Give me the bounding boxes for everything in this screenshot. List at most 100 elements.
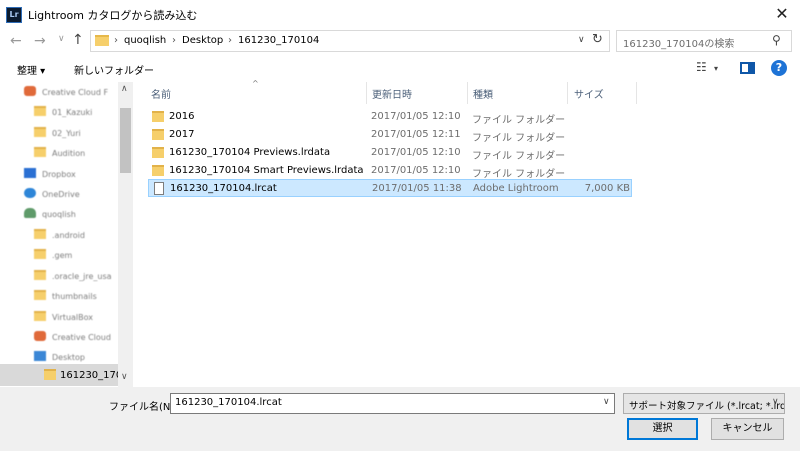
folder-icon <box>95 35 109 46</box>
file-date: 2017/01/05 12:11 <box>371 129 461 140</box>
lightroom-app-icon: Lr <box>6 7 22 23</box>
file-row[interactable]: 161230_170104 Previews.lrdata 2017/01/05… <box>148 144 632 162</box>
file-type: ファイル フォルダー <box>472 151 566 162</box>
forward-arrow-icon[interactable]: → <box>34 33 46 49</box>
breadcrumb-separator-icon: › <box>114 35 118 46</box>
file-row[interactable]: 161230_170104 Smart Previews.lrdata 2017… <box>148 162 632 180</box>
nav-item[interactable]: Audition <box>34 147 85 165</box>
document-icon <box>154 182 164 195</box>
breadcrumb-item[interactable]: Desktop <box>182 35 223 46</box>
column-header-name[interactable]: 名前 <box>151 86 171 101</box>
desktop-icon <box>34 351 46 361</box>
view-options-icon[interactable]: ☷ <box>696 60 707 74</box>
up-arrow-icon[interactable]: ↑ <box>72 32 84 48</box>
sort-ascending-icon: ^ <box>252 79 259 88</box>
folder-icon <box>152 129 164 140</box>
file-type: Adobe Lightroom <box>473 183 559 194</box>
preview-pane-icon[interactable] <box>740 62 755 74</box>
file-row-selected[interactable]: 161230_170104.lrcat 2017/01/05 11:38 Ado… <box>148 179 632 197</box>
file-name: 2017 <box>169 129 195 140</box>
nav-item[interactable]: 02_Yuri <box>34 127 81 145</box>
column-divider[interactable] <box>467 82 468 104</box>
column-header-size[interactable]: サイズ <box>574 86 604 101</box>
nav-item[interactable]: .gem <box>34 249 72 267</box>
file-row[interactable]: 2017 2017/01/05 12:11 ファイル フォルダー <box>148 126 632 144</box>
file-date: 2017/01/05 11:38 <box>372 183 462 194</box>
column-divider[interactable] <box>366 82 367 104</box>
file-type: ファイル フォルダー <box>472 169 566 180</box>
folder-icon <box>152 147 164 158</box>
address-history-dropdown-icon[interactable]: ∨ <box>578 35 585 45</box>
dropbox-icon <box>24 168 36 178</box>
folder-icon <box>152 111 164 122</box>
recent-locations-chevron-icon[interactable]: ∨ <box>58 34 65 44</box>
nav-item[interactable]: .oracle_jre_usa <box>34 270 112 288</box>
refresh-icon[interactable]: ↻ <box>592 32 603 47</box>
breadcrumb-separator-icon: › <box>228 35 232 46</box>
column-header-type[interactable]: 種類 <box>473 86 493 101</box>
nav-item[interactable]: quoqlish <box>24 208 76 226</box>
nav-item[interactable]: Creative Cloud <box>34 331 111 349</box>
folder-icon <box>34 290 46 300</box>
filename-label: ファイル名(N): <box>109 402 178 413</box>
file-type: ファイル フォルダー <box>472 115 566 126</box>
navigation-pane: Creative Cloud F 01_Kazuki 02_Yuri Audit… <box>0 82 133 387</box>
nav-item[interactable]: VirtualBox <box>34 311 93 329</box>
folder-icon <box>34 270 46 280</box>
folder-icon <box>34 147 46 157</box>
nav-item[interactable]: thumbnails <box>34 290 97 308</box>
nav-item[interactable]: Dropbox <box>24 168 76 186</box>
select-button[interactable]: 選択 <box>627 418 698 440</box>
cancel-button[interactable]: キャンセル <box>711 418 784 440</box>
folder-icon <box>34 229 46 239</box>
file-size: 7,000 KB <box>584 183 630 194</box>
nav-item[interactable]: .android <box>34 229 85 247</box>
breadcrumb-item[interactable]: 161230_170104 <box>238 35 319 46</box>
scroll-down-icon[interactable]: ∨ <box>121 372 128 382</box>
file-date: 2017/01/05 12:10 <box>371 147 461 158</box>
new-folder-button[interactable]: 新しいフォルダー <box>74 62 154 77</box>
organize-button[interactable]: 整理 ▾ <box>17 62 45 77</box>
filename-dropdown-icon[interactable]: ∨ <box>603 397 610 407</box>
folder-icon <box>34 127 46 137</box>
nav-item[interactable]: OneDrive <box>24 188 80 206</box>
file-date: 2017/01/05 12:10 <box>371 165 461 176</box>
filename-input[interactable]: 161230_170104.lrcat <box>170 393 615 414</box>
creative-cloud-icon <box>24 86 36 96</box>
user-icon <box>24 208 36 218</box>
file-date: 2017/01/05 12:10 <box>371 111 461 122</box>
column-header-date[interactable]: 更新日時 <box>372 86 412 101</box>
search-icon[interactable]: ⚲ <box>772 33 781 47</box>
file-row[interactable]: 2016 2017/01/05 12:10 ファイル フォルダー <box>148 108 632 126</box>
nav-item[interactable]: Creative Cloud F <box>24 86 108 104</box>
breadcrumb-item[interactable]: quoqlish <box>124 35 166 46</box>
file-name: 161230_170104.lrcat <box>170 183 277 194</box>
nav-scrollbar-thumb[interactable] <box>120 108 131 173</box>
window-title: Lightroom カタログから読み込む <box>28 9 198 22</box>
folder-icon <box>34 249 46 259</box>
creative-cloud-icon <box>34 331 46 341</box>
nav-item-selected-label: 161230_170104 <box>60 370 118 381</box>
folder-icon <box>44 369 56 380</box>
column-divider[interactable] <box>567 82 568 104</box>
folder-icon <box>34 311 46 321</box>
file-type: ファイル フォルダー <box>472 133 566 144</box>
file-name: 161230_170104 Smart Previews.lrdata <box>169 165 364 176</box>
scroll-up-icon[interactable]: ∧ <box>121 84 128 94</box>
address-bar[interactable] <box>90 30 610 52</box>
onedrive-icon <box>24 188 36 198</box>
close-button[interactable]: ✕ <box>768 2 796 26</box>
help-icon[interactable]: ? <box>771 60 787 76</box>
column-divider[interactable] <box>636 82 637 104</box>
file-name: 161230_170104 Previews.lrdata <box>169 147 331 158</box>
folder-icon <box>34 106 46 116</box>
back-arrow-icon[interactable]: ← <box>10 33 22 49</box>
breadcrumb-separator-icon: › <box>172 35 176 46</box>
filetype-dropdown-icon[interactable]: ∨ <box>772 397 779 407</box>
folder-icon <box>152 165 164 176</box>
search-placeholder: 161230_170104の検索 <box>623 39 735 50</box>
filetype-select[interactable]: サポート対象ファイル (*.lrcat; *.lrdb <box>623 393 785 414</box>
file-name: 2016 <box>169 111 195 122</box>
view-options-chevron-icon[interactable]: ▾ <box>714 64 718 73</box>
nav-item[interactable]: 01_Kazuki <box>34 106 92 124</box>
